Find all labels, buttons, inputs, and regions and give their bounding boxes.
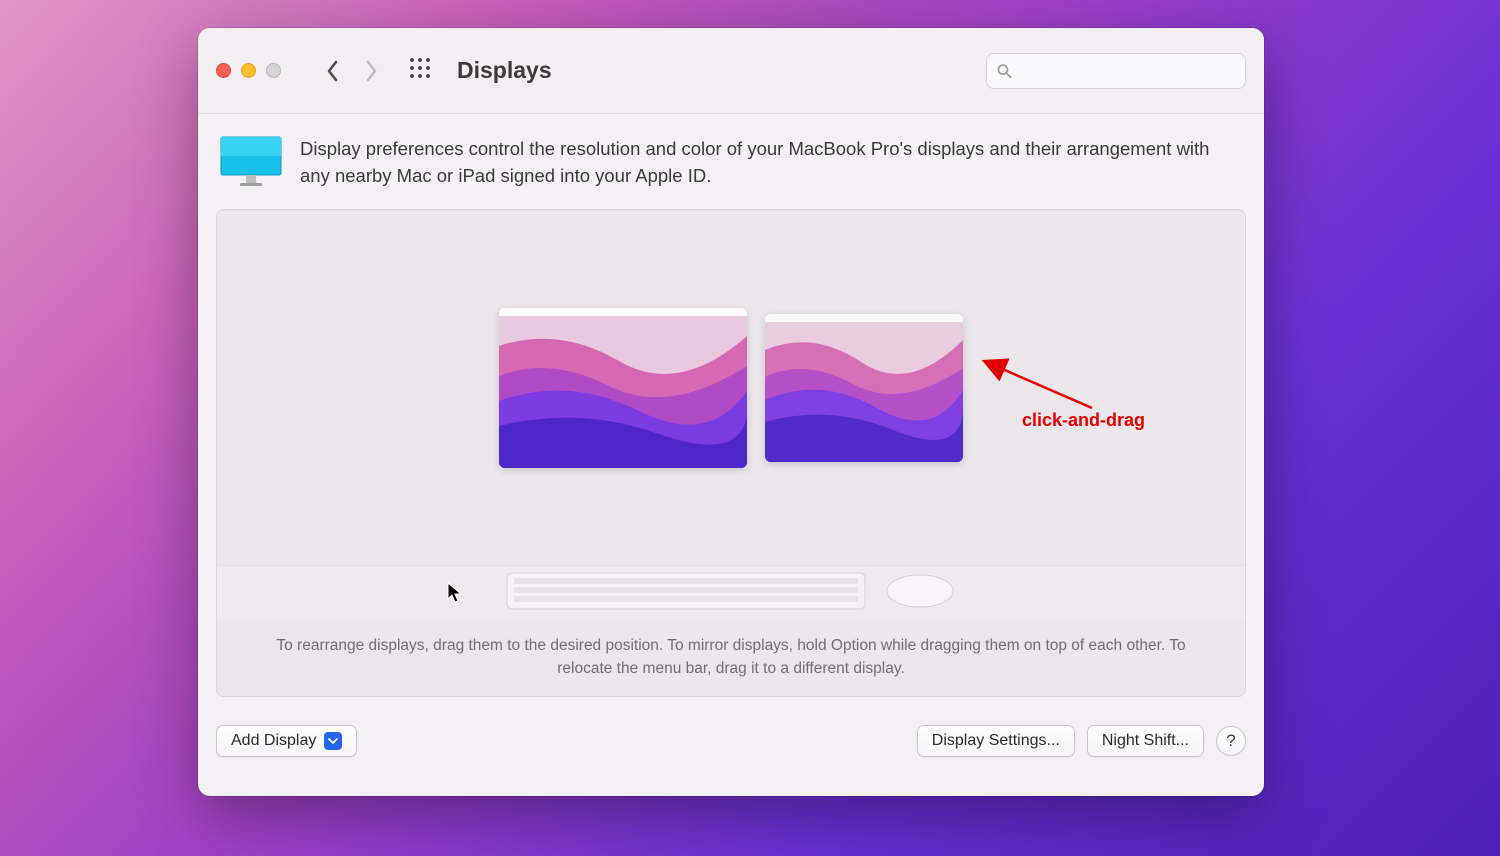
annotation-label: click-and-drag xyxy=(1022,410,1145,431)
maximize-button[interactable] xyxy=(266,63,281,78)
search-input[interactable] xyxy=(1018,62,1235,79)
add-display-button[interactable]: Add Display xyxy=(216,725,357,757)
mouse-icon xyxy=(884,572,956,615)
display-area[interactable]: click-and-drag xyxy=(217,210,1245,565)
arrangement-panel: click-and-drag xyxy=(216,209,1246,697)
minimize-button[interactable] xyxy=(241,63,256,78)
show-all-button[interactable] xyxy=(409,57,431,84)
intro-text: Display preferences control the resoluti… xyxy=(300,136,1242,190)
peripherals xyxy=(217,565,1245,621)
displays-icon xyxy=(220,136,282,193)
window-controls xyxy=(216,63,281,78)
search-icon xyxy=(997,63,1012,79)
display-settings-button[interactable]: Display Settings... xyxy=(917,725,1075,757)
night-shift-button[interactable]: Night Shift... xyxy=(1087,725,1204,757)
wallpaper-primary xyxy=(499,316,747,468)
search-field[interactable] xyxy=(986,53,1246,89)
footer: Add Display Display Settings... Night Sh… xyxy=(198,711,1264,775)
display-primary[interactable] xyxy=(499,308,747,468)
window-title: Displays xyxy=(457,57,552,84)
close-button[interactable] xyxy=(216,63,231,78)
display-secondary[interactable] xyxy=(765,314,963,462)
keyboard-icon xyxy=(506,572,866,615)
cursor-icon xyxy=(447,582,463,609)
annotation: click-and-drag xyxy=(982,360,1102,435)
chevron-down-icon xyxy=(324,732,342,750)
help-label: ? xyxy=(1226,731,1235,751)
intro-section: Display preferences control the resoluti… xyxy=(216,132,1246,209)
titlebar: Displays xyxy=(198,28,1264,114)
night-shift-label: Night Shift... xyxy=(1102,732,1189,750)
displays-window: Displays Display preferences control the… xyxy=(198,28,1264,796)
instructions-text: To rearrange displays, drag them to the … xyxy=(217,621,1245,696)
wallpaper-secondary xyxy=(765,322,963,462)
menubar-strip[interactable] xyxy=(499,308,747,316)
menubar-strip-2[interactable] xyxy=(765,314,963,322)
add-display-label: Add Display xyxy=(231,732,316,750)
forward-button[interactable] xyxy=(357,53,385,89)
display-settings-label: Display Settings... xyxy=(932,732,1060,750)
help-button[interactable]: ? xyxy=(1216,726,1246,756)
back-button[interactable] xyxy=(319,53,347,89)
